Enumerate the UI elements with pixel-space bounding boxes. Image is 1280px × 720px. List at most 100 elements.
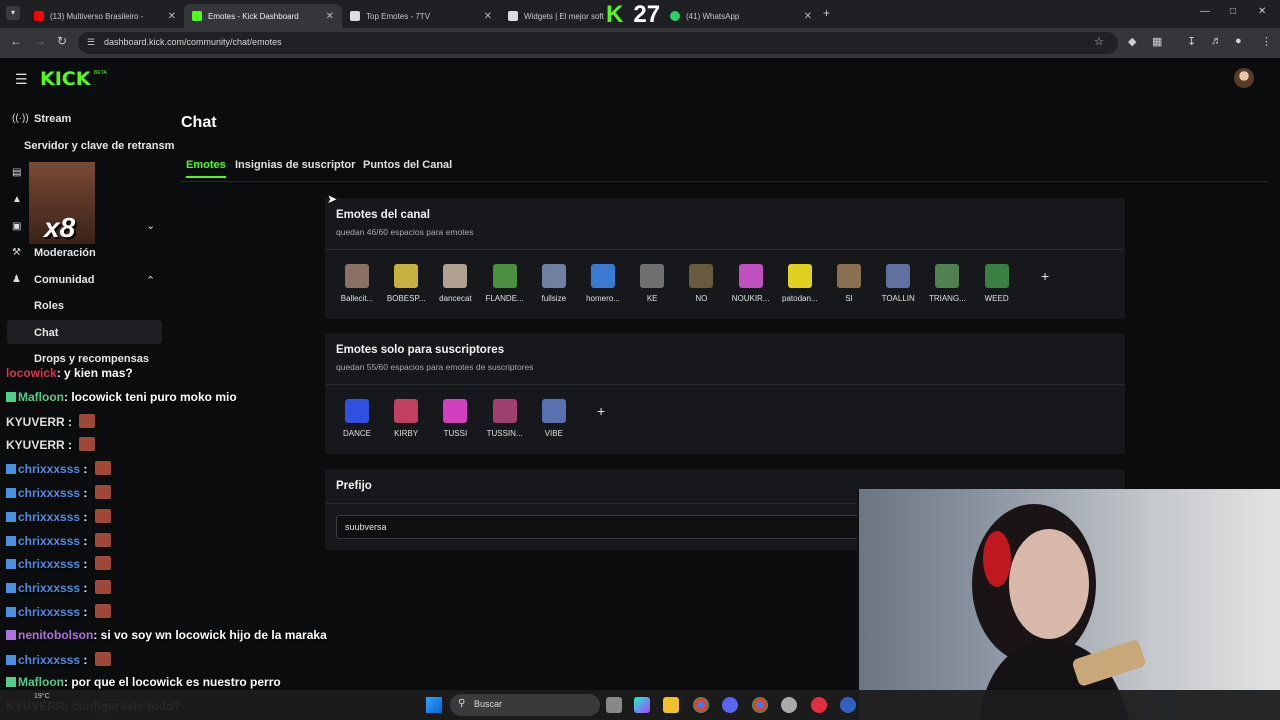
prefix-input[interactable]: suubversa [336, 515, 876, 539]
chrome-icon[interactable] [693, 697, 709, 713]
browser-tab-active[interactable]: Emotes - Kick Dashboard ✕ [184, 4, 342, 28]
emote-item[interactable]: WEED [973, 264, 1021, 303]
site-info-icon[interactable]: ☰ [87, 37, 95, 48]
chat-text: : [80, 581, 91, 596]
media-icon[interactable]: ♬ [1211, 35, 1222, 47]
puzzle-icon[interactable]: ▦ [1152, 35, 1162, 48]
add-sub-emote-button[interactable]: + [597, 403, 605, 419]
hamburger-menu-icon[interactable]: ☰ [15, 71, 28, 88]
chevron-down-icon[interactable]: ⌄ [146, 219, 155, 232]
taskbar-search[interactable]: ⚲ Buscar [450, 694, 600, 716]
emote-item[interactable]: DANCE [333, 399, 381, 438]
sidebar-item-chat[interactable]: Chat [34, 327, 58, 339]
close-icon[interactable]: ✕ [168, 11, 176, 22]
analytics-icon[interactable]: ▤ [12, 167, 21, 178]
chat-username: chrixxxsss [18, 462, 81, 477]
emote-item[interactable]: TUSSI [431, 399, 479, 438]
reload-icon[interactable]: ↻ [57, 34, 67, 48]
tab-emotes[interactable]: Emotes [186, 159, 226, 171]
tab-channel-points[interactable]: Puntos del Canal [363, 159, 452, 171]
sidebar-item-server-key[interactable]: Servidor y clave de retransm [24, 140, 174, 152]
tab-list-menu-icon[interactable]: ▾ [6, 6, 20, 20]
new-tab-icon[interactable]: + [823, 6, 830, 20]
windows-start-icon[interactable] [426, 697, 442, 713]
chat-text: : locowick teni puro moko mio [64, 389, 237, 404]
close-icon[interactable]: ✕ [326, 11, 334, 22]
emote-item[interactable]: homero... [579, 264, 627, 303]
emote-name: VIBE [544, 429, 563, 438]
browser-tab[interactable]: Widgets | El mejor soft [500, 4, 604, 28]
chevron-up-icon[interactable]: ⌃ [146, 274, 155, 287]
download-icon[interactable]: ↧ [1187, 35, 1196, 48]
sidebar-item-roles[interactable]: Roles [34, 300, 64, 312]
browser-tab[interactable]: (41) WhatsApp ✕ [662, 4, 820, 28]
trophy-icon[interactable]: ▲ [12, 194, 22, 205]
sidebar-item-chat-active[interactable] [7, 320, 162, 344]
user-avatar[interactable] [1234, 68, 1254, 88]
copilot-icon[interactable] [634, 697, 650, 713]
page-title: Chat [181, 114, 217, 131]
emote-name: TUSSIN... [486, 429, 523, 438]
tabs-divider [181, 181, 1269, 182]
file-explorer-icon[interactable] [663, 697, 679, 713]
tab-subscriber-badges[interactable]: Insignias de suscriptor [235, 159, 355, 171]
chat-message: chrixxxsss : [6, 532, 111, 548]
emote-item[interactable]: KE [628, 264, 676, 303]
task-view-icon[interactable] [606, 697, 622, 713]
sidebar-item-drops[interactable]: Drops y recompensas [34, 353, 149, 365]
emote-name: Ballecit... [340, 294, 374, 303]
emote-image [787, 264, 812, 288]
layout-icon[interactable]: ▣ [12, 221, 21, 232]
chat-text: : [80, 533, 91, 548]
emote-item[interactable]: BOBESP... [382, 264, 430, 303]
back-icon[interactable]: ← [10, 34, 22, 48]
close-icon[interactable]: ✕ [804, 11, 812, 22]
chat-message: Mafloon: locowick teni puro moko mio [6, 390, 237, 404]
obs-icon[interactable] [811, 697, 827, 713]
emote-image [443, 399, 468, 423]
profile-icon[interactable]: ● [1235, 35, 1242, 47]
emote-name: KE [646, 294, 658, 303]
sidebar-item-moderation[interactable]: Moderación [34, 247, 96, 259]
emote-item[interactable]: fullsize [530, 264, 578, 303]
divider [325, 384, 1125, 385]
emote-item[interactable]: VIBE [530, 399, 578, 438]
stream-timer-overlay: K 27 [606, 1, 660, 28]
settings-icon[interactable] [781, 697, 797, 713]
kick-logo[interactable]: KICK [40, 68, 90, 90]
emote-item[interactable]: SI [825, 264, 873, 303]
emote-item[interactable]: NO [677, 264, 725, 303]
emote-item[interactable]: TOALLIN [874, 264, 922, 303]
maximize-icon[interactable]: □ [1230, 6, 1236, 17]
emote-name: FLANDE... [485, 294, 524, 303]
add-emote-button[interactable]: + [1041, 268, 1049, 284]
emote-item[interactable]: dancecat [431, 264, 479, 303]
app-icon[interactable] [840, 697, 856, 713]
emote-item[interactable]: Ballecit... [333, 264, 381, 303]
sidebar-item-stream[interactable]: Stream [34, 113, 71, 125]
chat-text: : [64, 414, 76, 429]
menu-dots-icon[interactable]: ⋮ [1261, 35, 1272, 48]
chat-emote-image [94, 580, 111, 595]
minimize-icon[interactable]: — [1200, 6, 1210, 17]
browser-tab[interactable]: Top Emotes - 7TV ✕ [342, 4, 500, 28]
forward-icon[interactable]: → [34, 34, 46, 48]
extension-icon[interactable]: ◆ [1128, 35, 1136, 48]
discord-icon[interactable] [722, 697, 738, 713]
emote-item[interactable]: patodan... [776, 264, 824, 303]
chat-emote-image [79, 437, 96, 452]
emote-item[interactable]: TUSSIN... [481, 399, 529, 438]
browser-tab[interactable]: (13) Multiverso Brasileiro - ✕ [26, 4, 184, 28]
url-bar[interactable]: ☰ dashboard.kick.com/community/chat/emot… [78, 32, 1118, 54]
emote-item[interactable]: NOUKIR... [727, 264, 775, 303]
emote-item[interactable]: KIRBY [382, 399, 430, 438]
emote-item[interactable]: TRIANG... [923, 264, 971, 303]
close-window-icon[interactable]: ✕ [1258, 6, 1266, 17]
chrome-alt-icon[interactable] [752, 697, 768, 713]
close-icon[interactable]: ✕ [484, 11, 492, 22]
emote-name: TUSSI [443, 429, 468, 438]
bookmark-star-icon[interactable]: ☆ [1094, 35, 1104, 48]
emote-item[interactable]: FLANDE... [481, 264, 529, 303]
broadcast-icon: ((·)) [12, 113, 29, 124]
sidebar-item-community[interactable]: Comunidad [34, 274, 95, 286]
